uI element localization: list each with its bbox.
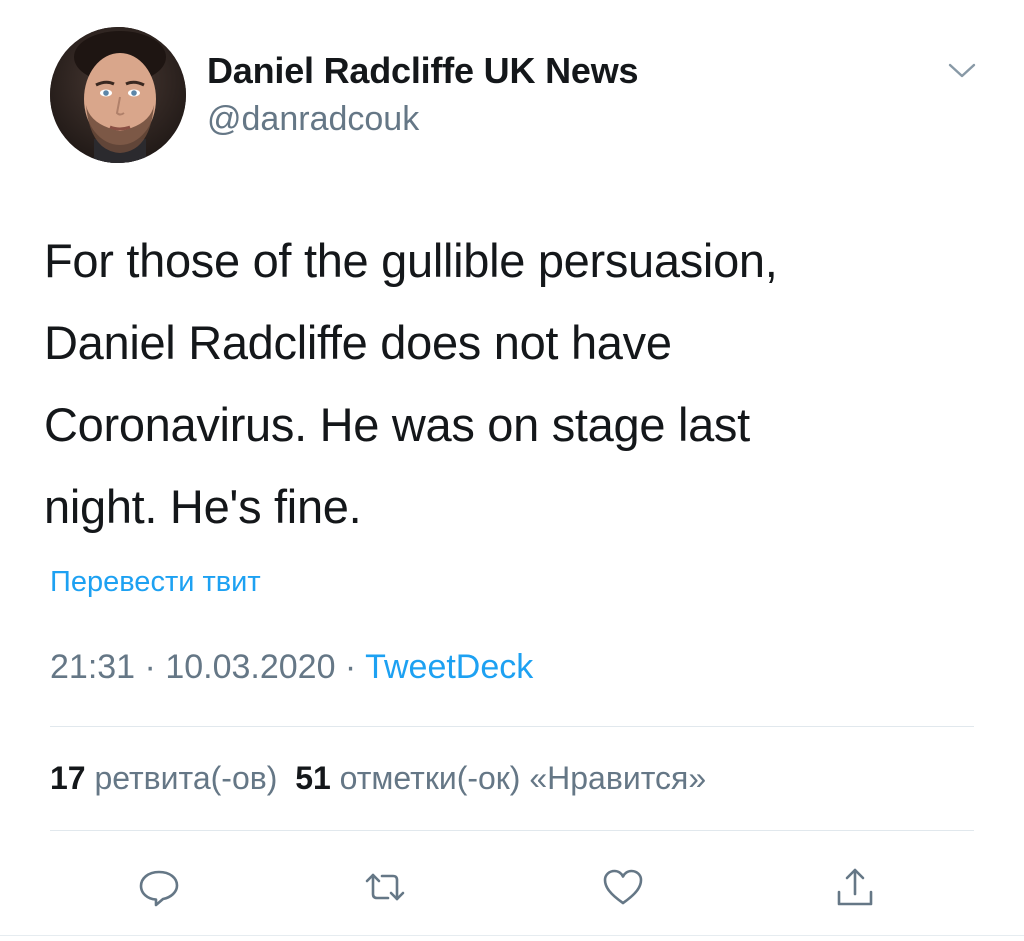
retweets-stat[interactable]: 17 ретвита(-ов) xyxy=(50,760,277,796)
tweet-actions xyxy=(0,862,1024,912)
retweet-icon xyxy=(365,873,405,901)
retweets-count: 17 xyxy=(50,760,86,796)
tweet-metadata: 21:31 · 10.03.2020 · TweetDeck xyxy=(50,648,533,687)
heart-icon xyxy=(603,869,643,905)
tweet-card: Daniel Radcliffe UK News @danradcouk For… xyxy=(0,0,1024,941)
avatar-image xyxy=(50,27,186,163)
chevron-down-icon[interactable] xyxy=(944,56,980,84)
tweet-source-link[interactable]: TweetDeck xyxy=(365,648,533,686)
reply-button[interactable] xyxy=(134,862,184,912)
likes-label: отметки(-ок) «Нравится» xyxy=(339,760,707,796)
likes-count: 51 xyxy=(295,760,331,796)
meta-separator: · xyxy=(135,648,166,686)
avatar[interactable] xyxy=(50,27,186,163)
retweet-button[interactable] xyxy=(360,862,410,912)
meta-separator: · xyxy=(335,648,366,686)
reply-icon xyxy=(139,870,179,907)
tweet-text-line: Coronavirus. He was on stage last xyxy=(44,398,750,451)
tweet-text-line: night. He's fine. xyxy=(44,480,362,533)
share-button[interactable] xyxy=(830,862,880,912)
user-handle[interactable]: @danradcouk xyxy=(207,100,419,139)
tweet-time: 21:31 xyxy=(50,648,136,686)
tweet-stats: 17 ретвита(-ов) 51 отметки(-ок) «Нравитс… xyxy=(50,760,706,797)
tweet-text: For those of the gullible persuasion, Da… xyxy=(44,220,944,548)
retweets-label: ретвита(-ов) xyxy=(94,760,278,796)
tweet-text-line: For those of the gullible persuasion, xyxy=(44,234,778,287)
like-button[interactable] xyxy=(598,862,648,912)
divider xyxy=(50,726,974,727)
tweet-text-line: Daniel Radcliffe does not have xyxy=(44,316,672,369)
display-name[interactable]: Daniel Radcliffe UK News xyxy=(207,50,639,92)
likes-stat[interactable]: 51 отметки(-ок) «Нравится» xyxy=(295,760,706,796)
tweet-date: 10.03.2020 xyxy=(165,648,336,686)
divider xyxy=(50,830,974,831)
translate-tweet-link[interactable]: Перевести твит xyxy=(50,566,261,599)
divider xyxy=(0,935,1024,936)
share-icon xyxy=(837,868,873,906)
